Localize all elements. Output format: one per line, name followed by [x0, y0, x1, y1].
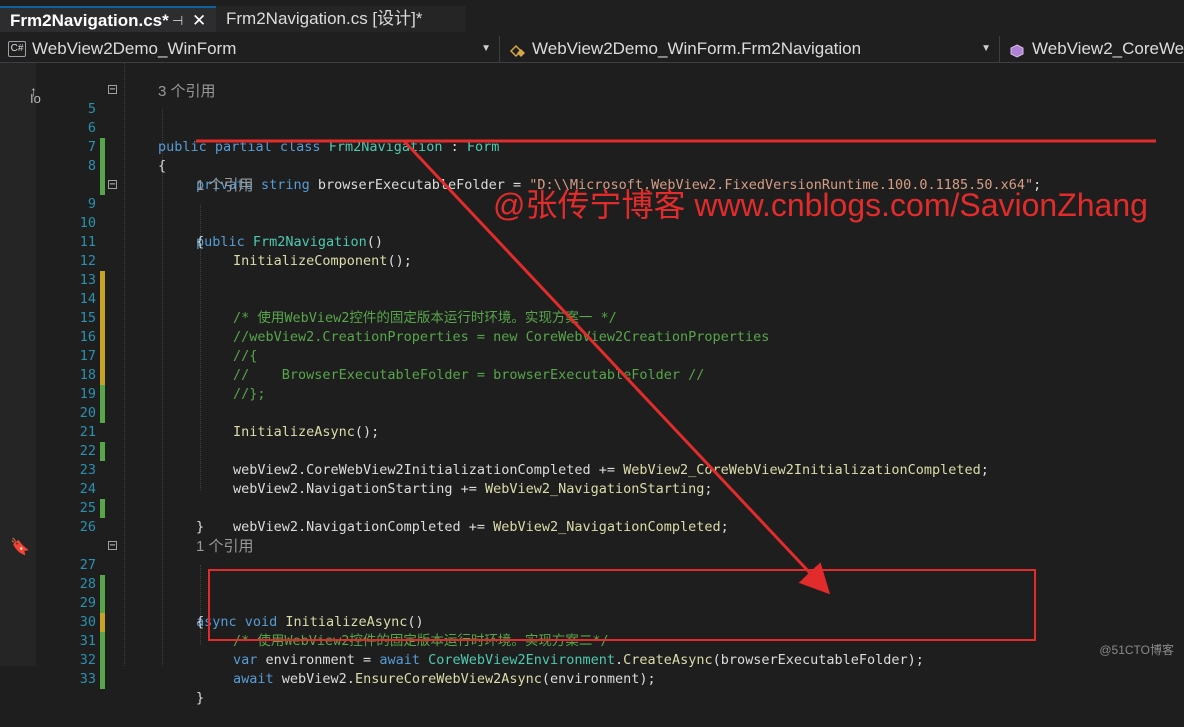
- code-line: 20: [0, 385, 1184, 421]
- code-line: 24 webView2.NavigationCompleted += WebVi…: [0, 461, 1184, 535]
- code-line: 17 //};: [0, 328, 1184, 402]
- code-line: 27 − async void InitializeAsync(): [0, 537, 1184, 631]
- chevron-down-icon[interactable]: ▼: [481, 36, 491, 62]
- code-line: 30 var environment = await CoreWebView2E…: [0, 594, 1184, 668]
- chevron-down-icon[interactable]: ▼: [981, 36, 991, 62]
- project-dropdown-label: WebView2Demo_WinForm: [32, 39, 237, 58]
- code-line: 23 webView2.NavigationStarting += WebVie…: [0, 442, 1184, 497]
- code-line: 33: [0, 651, 1184, 687]
- code-text: }: [196, 690, 205, 706]
- pin-icon[interactable]: ⊣: [172, 8, 183, 34]
- code-line: 19 InitializeAsync();: [0, 366, 1184, 440]
- tab-frm2navigation-designer[interactable]: Frm2Navigation.cs [设计]*: [216, 6, 466, 32]
- code-line: 25 }: [0, 480, 1184, 535]
- csharp-project-icon: C#: [8, 41, 26, 57]
- code-line: 14 //webView2.CreationProperties = new C…: [0, 271, 1184, 345]
- class-icon: [508, 41, 526, 58]
- code-text: await webView2.EnsureCoreWebView2Async(e…: [233, 671, 656, 687]
- tab-frm2navigation-cs[interactable]: Frm2Navigation.cs* ⊣ ✕: [0, 6, 216, 32]
- code-line: 3 个引用: [0, 63, 1184, 100]
- method-icon: [1008, 41, 1026, 58]
- tab-label: Frm2Navigation.cs*: [10, 11, 169, 30]
- type-dropdown[interactable]: WebView2Demo_WinForm.Frm2Navigation ▼: [500, 36, 1000, 62]
- code-editor[interactable]: ↑ Io 🔖 3 个引用 5 − public partial class Fr…: [0, 63, 1184, 706]
- tab-label: Frm2Navigation.cs [设计]*: [226, 9, 423, 28]
- collapse-icon[interactable]: −: [108, 180, 117, 190]
- document-tab-strip: Frm2Navigation.cs* ⊣ ✕ Frm2Navigation.cs…: [0, 0, 1184, 37]
- type-dropdown-label: WebView2Demo_WinForm.Frm2Navigation: [532, 39, 862, 58]
- code-line: 5 − public partial class Frm2Navigation …: [0, 81, 1184, 156]
- code-line: 15 //{: [0, 290, 1184, 364]
- corner-watermark: @51CTO博客: [1099, 643, 1174, 657]
- code-line: 1 个引用: [0, 157, 1184, 194]
- close-icon[interactable]: ✕: [192, 8, 206, 34]
- code-line: 1 个引用: [0, 518, 1184, 555]
- navigation-bar: C# WebView2Demo_WinForm ▼ WebView2Demo_W…: [0, 36, 1184, 63]
- code-line: 22: [0, 423, 1184, 459]
- code-line: 28 {: [0, 556, 1184, 630]
- code-line: 8: [0, 138, 1184, 195]
- code-line: 32 }: [0, 632, 1184, 706]
- code-line: 13 /* 使用WebView2控件的固定版本运行时环境。实现方案一 */: [0, 252, 1184, 326]
- code-line: 26: [0, 499, 1184, 535]
- code-line: 31 await webView2.EnsureCoreWebView2Asyn…: [0, 613, 1184, 687]
- collapse-icon[interactable]: −: [108, 541, 117, 551]
- code-line: 18: [0, 347, 1184, 404]
- code-line: 16 // BrowserExecutableFolder = browserE…: [0, 309, 1184, 383]
- line-number: 33: [79, 671, 96, 687]
- code-line: 21 webView2.CoreWebView2InitializationCo…: [0, 404, 1184, 478]
- change-marker: [100, 670, 105, 689]
- code-line: 29 /* 使用WebView2控件的固定版本运行时环境。实现方案二*/: [0, 575, 1184, 649]
- member-dropdown-label: WebView2_CoreWebView2: [1032, 39, 1184, 58]
- collapse-icon[interactable]: −: [108, 85, 117, 95]
- code-line: 6 {: [0, 100, 1184, 174]
- project-dropdown[interactable]: C# WebView2Demo_WinForm ▼: [0, 36, 500, 62]
- code-line: 7 private string browserExecutableFolder…: [0, 119, 1184, 193]
- code-line: 12: [0, 233, 1184, 290]
- member-dropdown[interactable]: WebView2_CoreWebView2: [1000, 36, 1184, 62]
- watermark-text: @张传宁博客 www.cnblogs.com/SavionZhang: [493, 187, 1148, 223]
